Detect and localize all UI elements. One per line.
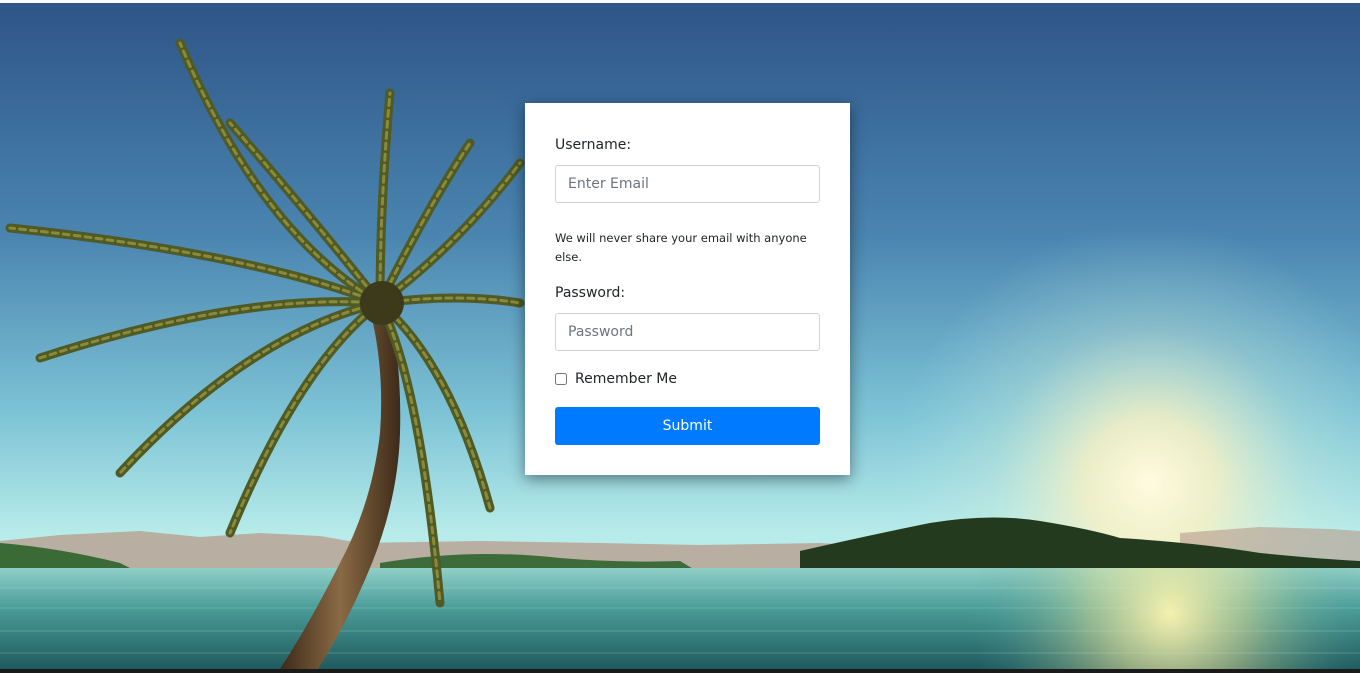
submit-button[interactable]: Submit [555,407,820,445]
username-email-input[interactable] [555,165,820,203]
password-label: Password: [555,285,626,301]
remember-me-checkbox[interactable] [555,373,567,385]
page: Username: We will never share your email… [0,0,1360,673]
login-form-card: Username: We will never share your email… [525,103,850,475]
email-help-text: We will never share your email with anyo… [555,231,807,264]
username-label: Username: [555,137,632,153]
remember-me-row: Remember Me [555,371,677,387]
remember-me-label[interactable]: Remember Me [575,371,677,387]
password-input[interactable] [555,313,820,351]
bottom-border [0,669,1360,673]
